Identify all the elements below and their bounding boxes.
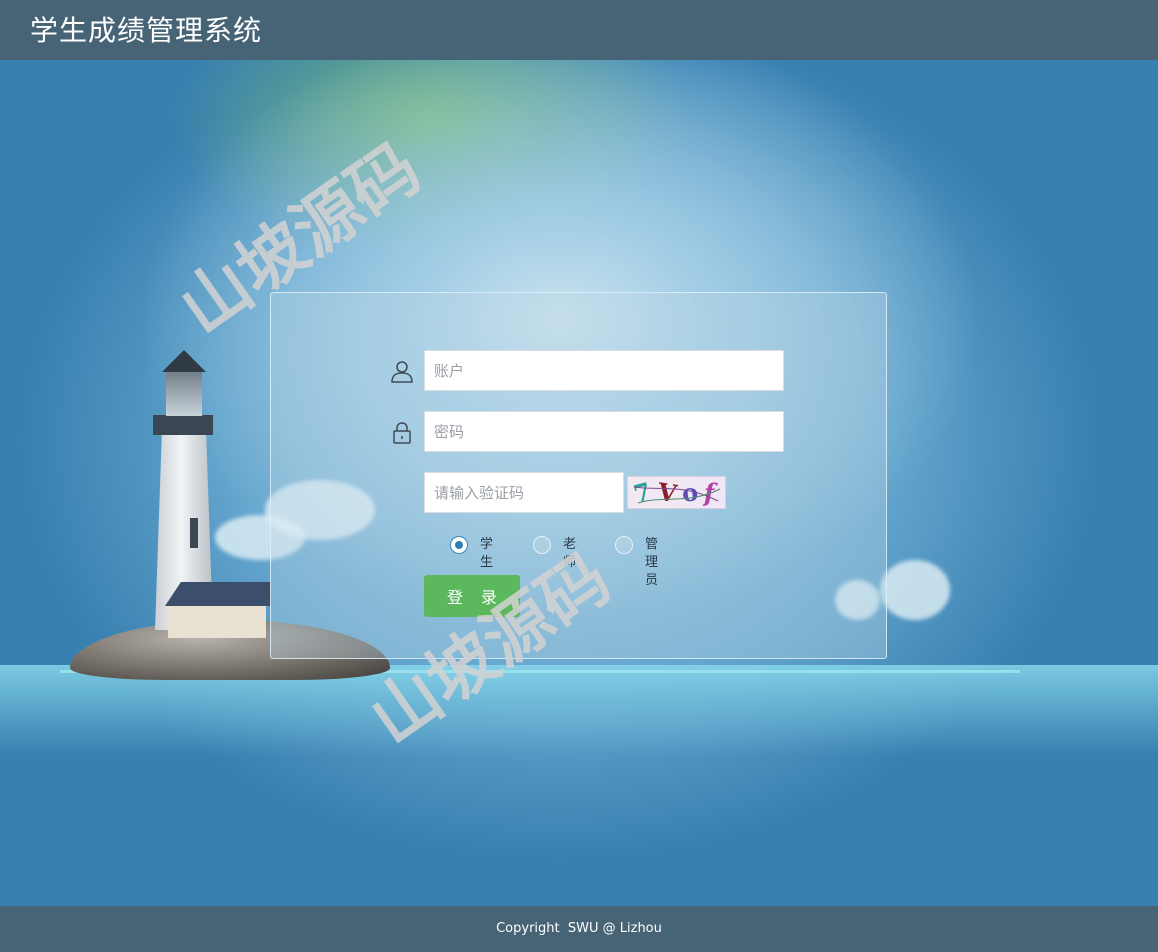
role-radio-teacher[interactable] bbox=[533, 536, 551, 554]
app-title: 学生成绩管理系统 bbox=[30, 14, 263, 47]
role-radio-admin[interactable] bbox=[615, 536, 633, 554]
role-label-student: 学生 bbox=[480, 537, 494, 570]
keeper-house-roof bbox=[165, 582, 271, 606]
captcha-image[interactable]: 7 V o f bbox=[627, 476, 726, 509]
lock-icon bbox=[390, 421, 414, 445]
copyright-text: Copyright SWU @ Lizhou bbox=[496, 921, 662, 936]
captcha-noise bbox=[633, 486, 721, 504]
keeper-house bbox=[168, 606, 266, 638]
lighthouse-cap bbox=[162, 350, 206, 372]
cloud bbox=[880, 560, 950, 620]
login-button[interactable]: 登录 bbox=[424, 575, 520, 617]
user-icon bbox=[390, 359, 414, 383]
role-radio-student[interactable] bbox=[450, 536, 468, 554]
password-input[interactable] bbox=[424, 411, 784, 452]
top-bar: 学生成绩管理系统 bbox=[0, 0, 1158, 60]
lighthouse-gallery bbox=[153, 415, 213, 435]
lighthouse-lantern bbox=[166, 370, 202, 416]
captcha-input[interactable] bbox=[424, 472, 624, 513]
role-label-teacher: 老师 bbox=[563, 537, 577, 570]
lighthouse-window bbox=[190, 518, 198, 548]
footer: Copyright SWU @ Lizhou bbox=[0, 906, 1158, 952]
role-label-admin: 管理员 bbox=[645, 537, 659, 588]
account-input[interactable] bbox=[424, 350, 784, 391]
